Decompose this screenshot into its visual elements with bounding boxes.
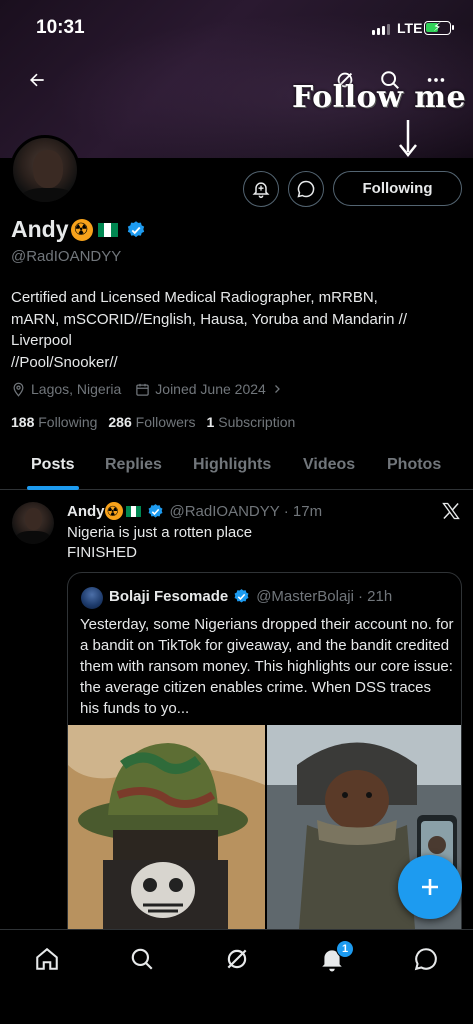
radioactive-emoji-icon <box>70 218 93 241</box>
tweet-text: Nigeria is just a rotten place FINISHED <box>67 523 252 563</box>
notify-bell-button[interactable] <box>243 171 279 207</box>
tweet-time: · 17m <box>283 502 323 520</box>
tweet-text-line: Nigeria is just a rotten place <box>67 524 253 541</box>
quote-author-avatar <box>81 587 103 609</box>
message-button[interactable] <box>288 171 324 207</box>
bottom-navigation: 1 <box>0 929 473 1024</box>
profile-meta: Lagos, Nigeria Joined June 2024 <box>11 381 283 397</box>
bell-plus-icon <box>252 182 270 199</box>
joined-text: Joined June 2024 <box>155 381 266 397</box>
joined-date-link[interactable]: Joined June 2024 <box>135 381 283 397</box>
following-button[interactable]: Following <box>333 171 462 206</box>
bio-line: Certified and Licensed Medical Radiograp… <box>11 289 378 306</box>
nigeria-flag-icon <box>125 505 141 517</box>
follow-me-caption: Follow me <box>292 80 467 115</box>
tweet-text-line: FINISHED <box>67 544 138 561</box>
tab-posts[interactable]: Posts <box>31 456 75 474</box>
notifications-badge: 1 <box>336 940 354 958</box>
message-icon <box>297 180 315 198</box>
x-logo-icon <box>441 501 461 526</box>
battery-icon: ⚡ <box>424 20 454 35</box>
grok-nav-icon[interactable] <box>222 944 252 974</box>
profile-name: Andy <box>11 216 146 243</box>
home-icon[interactable] <box>32 944 62 974</box>
network-label: LTE <box>397 20 423 36</box>
tab-highlights[interactable]: Highlights <box>193 456 271 474</box>
quote-image-left[interactable] <box>68 725 265 951</box>
bio-line: mARN, mSCORID//English, Hausa, Yoruba an… <box>11 310 408 328</box>
active-tab-indicator <box>27 486 79 490</box>
verified-badge-icon[interactable] <box>126 220 146 240</box>
location-text: Lagos, Nigeria <box>31 381 122 397</box>
signal-icon <box>372 24 390 35</box>
profile-avatar[interactable] <box>10 135 80 205</box>
tweet-header: Andy @RadIOANDYY · 17m <box>67 502 322 520</box>
radioactive-emoji-icon <box>104 502 123 520</box>
quote-author-handle: @MasterBolaji <box>256 588 354 605</box>
following-count-link[interactable]: 188 Following <box>11 414 97 430</box>
tweet-author-avatar[interactable] <box>12 502 54 544</box>
chevron-right-icon <box>274 385 280 393</box>
follow-counts: 188 Following 286 Followers 1 Subscripti… <box>11 414 295 430</box>
plus-icon <box>422 879 438 895</box>
profile-handle: @RadIOANDYY <box>11 248 122 265</box>
tab-photos[interactable]: Photos <box>387 456 441 474</box>
quote-header: Bolaji Fesomade @MasterBolaji · 21h <box>109 588 392 605</box>
verified-badge-icon <box>148 503 162 518</box>
bio-line: //Pool/Snooker// <box>11 353 118 371</box>
compose-post-button[interactable] <box>398 855 462 919</box>
profile-bio: Certified and Licensed Medical Radiograp… <box>11 287 461 373</box>
followers-count-link[interactable]: 286 Followers <box>108 414 195 430</box>
calendar-icon <box>136 383 150 396</box>
profile-tabs: Posts Replies Highlights Videos Photos <box>0 441 473 490</box>
subscription-count-link[interactable]: 1 Subscription <box>207 414 296 430</box>
status-time: 10:31 <box>36 17 85 38</box>
bio-line: Liverpool <box>11 332 72 349</box>
display-name: Andy <box>11 216 69 242</box>
tab-videos[interactable]: Videos <box>303 456 355 474</box>
location-icon <box>13 382 24 397</box>
search-nav-icon[interactable] <box>127 944 157 974</box>
quote-author-name: Bolaji Fesomade <box>109 588 229 605</box>
tweet-author-name[interactable]: Andy <box>67 503 105 520</box>
status-bar: 10:31 LTE ⚡ <box>0 0 473 56</box>
messages-icon[interactable] <box>411 944 441 974</box>
quote-time: · 21h <box>357 588 393 605</box>
tab-replies[interactable]: Replies <box>105 456 162 474</box>
nigeria-flag-icon <box>97 222 118 237</box>
back-icon[interactable] <box>20 63 54 97</box>
quote-text: Yesterday, some Nigerians dropped their … <box>80 616 454 717</box>
verified-badge-icon <box>234 589 249 603</box>
tweet-author-handle: @RadIOANDYY <box>169 502 280 520</box>
arrow-down-icon <box>398 118 418 163</box>
